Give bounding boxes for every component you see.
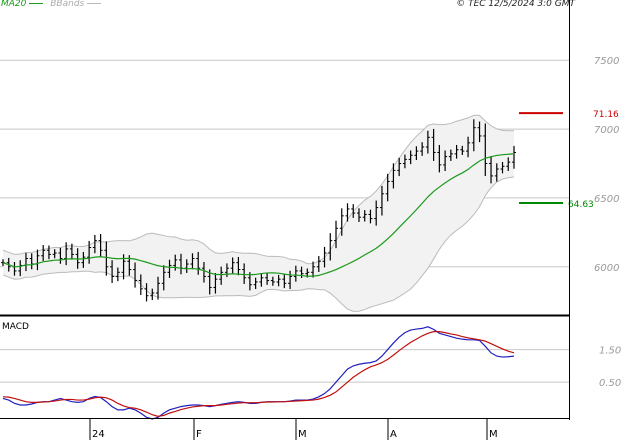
resistance-level-label: 71.16 xyxy=(593,110,619,120)
x-tick-label: M xyxy=(298,429,307,440)
legend-bbands-label: BBands xyxy=(50,0,85,9)
x-tick-label: A xyxy=(390,429,397,440)
chart-legend: MA20 BBands xyxy=(1,0,102,10)
price-y-tick-label: 7000 xyxy=(594,125,619,136)
macd-panel-title: MACD xyxy=(2,322,29,332)
support-level-label: 64.63 xyxy=(568,200,594,210)
price-y-tick-label: 6000 xyxy=(594,263,619,274)
x-tick-label: 24 xyxy=(92,429,105,440)
legend-ma20-swatch xyxy=(29,3,44,4)
macd-y-tick-label: 0.50 xyxy=(599,378,621,389)
price-y-tick-label: 7500 xyxy=(594,56,619,67)
copyright-timestamp: © TEC 12/5/2024 3:0 GMT xyxy=(456,0,575,9)
x-tick-label: F xyxy=(196,429,202,440)
macd-y-tick-label: 1.50 xyxy=(599,346,621,357)
chart-stage: 71.16 64.63 7500 7000 6500 6000 1.50 0.50 24 F M A… xyxy=(0,0,627,440)
legend-ma20-label: MA20 xyxy=(1,0,27,9)
chart-svg: 71.1664.63 75007000650060001.500.5024 F M A… xyxy=(0,0,627,440)
legend-bbands-swatch xyxy=(87,3,102,4)
x-tick-label: M xyxy=(489,429,498,440)
price-y-tick-label: 6500 xyxy=(594,194,619,205)
